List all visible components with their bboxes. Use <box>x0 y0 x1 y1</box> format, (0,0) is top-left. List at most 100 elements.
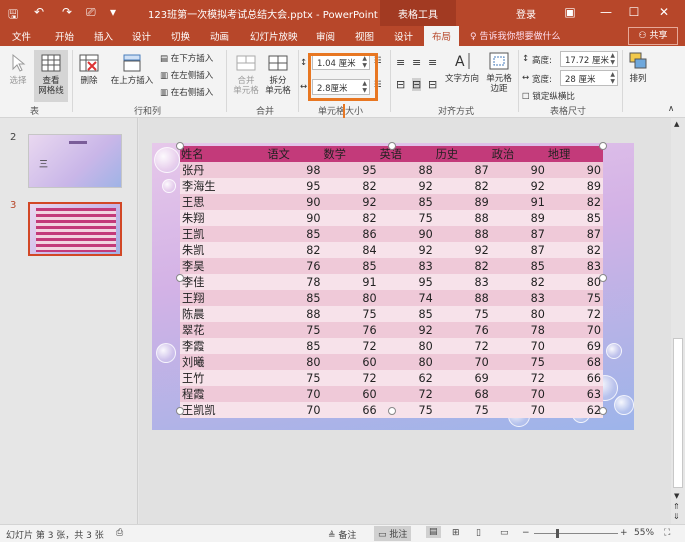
score-cell[interactable]: 87 <box>546 226 603 242</box>
student-name-cell[interactable]: 李佳 <box>180 274 267 290</box>
score-cell[interactable]: 68 <box>546 354 603 370</box>
zoom-slider[interactable] <box>534 533 618 534</box>
score-cell[interactable]: 92 <box>490 178 547 194</box>
score-cell[interactable]: 75 <box>434 402 491 418</box>
scroll-up-icon[interactable]: ▲ <box>674 120 679 128</box>
score-cell[interactable]: 63 <box>546 386 603 402</box>
score-cell[interactable]: 76 <box>266 258 323 274</box>
resize-handle-top-left[interactable] <box>176 142 184 150</box>
score-cell[interactable]: 92 <box>378 322 435 338</box>
score-cell[interactable]: 88 <box>378 162 435 178</box>
resize-handle-bottom[interactable] <box>388 407 396 415</box>
student-name-cell[interactable]: 王凯 <box>180 226 267 242</box>
zoom-level[interactable]: 55% <box>634 528 654 538</box>
tab-view[interactable]: 视图 <box>355 29 374 43</box>
score-cell[interactable]: 88 <box>434 226 491 242</box>
score-cell[interactable]: 88 <box>266 306 323 322</box>
score-cell[interactable]: 82 <box>322 178 379 194</box>
header-name[interactable]: 姓名 <box>180 146 267 162</box>
score-cell[interactable]: 90 <box>266 194 323 210</box>
arrange-button[interactable]: 排列 <box>626 50 650 84</box>
spinner-arrows-icon[interactable]: ▲ ▼ <box>610 52 615 66</box>
score-cell[interactable]: 69 <box>546 338 603 354</box>
split-cells-button[interactable]: 拆分 单元格 <box>262 52 294 96</box>
student-name-cell[interactable]: 程霞 <box>180 386 267 402</box>
score-cell[interactable]: 70 <box>546 322 603 338</box>
score-cell[interactable]: 84 <box>322 242 379 258</box>
tab-animations[interactable]: 动画 <box>210 29 229 43</box>
minimize-button[interactable]: — <box>596 3 616 21</box>
notes-button[interactable]: ≜ 备注 <box>328 528 356 541</box>
align-left-icon[interactable]: ≡ <box>396 56 405 69</box>
close-button[interactable]: ✕ <box>654 3 674 21</box>
align-center-icon[interactable]: ≡ <box>412 56 421 69</box>
tab-design[interactable]: 设计 <box>132 29 151 43</box>
score-cell[interactable]: 82 <box>266 242 323 258</box>
score-cell[interactable]: 82 <box>322 210 379 226</box>
score-cell[interactable]: 75 <box>546 290 603 306</box>
tab-insert[interactable]: 插入 <box>94 29 113 43</box>
student-name-cell[interactable]: 陈晨 <box>180 306 267 322</box>
score-cell[interactable]: 70 <box>490 338 547 354</box>
align-top-icon[interactable]: ⊟ <box>396 78 405 91</box>
resize-handle-left[interactable] <box>176 274 184 282</box>
student-name-cell[interactable]: 翠花 <box>180 322 267 338</box>
score-cell[interactable]: 78 <box>266 274 323 290</box>
slide-thumbnail-3[interactable] <box>28 202 122 256</box>
reading-view-icon[interactable]: ▯ <box>476 528 481 538</box>
score-cell[interactable]: 75 <box>266 370 323 386</box>
score-cell[interactable]: 90 <box>266 210 323 226</box>
score-cell[interactable]: 74 <box>378 290 435 306</box>
score-cell[interactable]: 75 <box>378 210 435 226</box>
fit-to-window-icon[interactable]: ⛶ <box>664 528 670 538</box>
score-cell[interactable]: 98 <box>266 162 323 178</box>
score-cell[interactable]: 75 <box>434 306 491 322</box>
maximize-button[interactable]: ☐ <box>624 3 644 21</box>
share-button[interactable]: ⚇ 共享 <box>628 27 678 45</box>
slideshow-icon[interactable]: ▭ <box>500 528 509 538</box>
score-cell[interactable]: 75 <box>322 306 379 322</box>
header-chinese[interactable]: 语文 <box>266 146 323 162</box>
insert-above-button[interactable]: 在上方插入 <box>108 52 156 86</box>
insert-left-button[interactable]: ▥ 在左侧插入 <box>160 69 213 81</box>
spell-check-icon[interactable]: ⎙ <box>116 528 123 538</box>
score-cell[interactable]: 95 <box>266 178 323 194</box>
slide-thumbnail-2[interactable]: 三 <box>28 134 122 188</box>
lock-aspect-ratio-checkbox[interactable]: ☐ 锁定纵横比 <box>522 90 575 102</box>
score-cell[interactable]: 70 <box>266 402 323 418</box>
score-cell[interactable]: 92 <box>378 242 435 258</box>
tab-review[interactable]: 审阅 <box>316 29 335 43</box>
score-cell[interactable]: 89 <box>546 178 603 194</box>
score-cell[interactable]: 85 <box>266 338 323 354</box>
student-name-cell[interactable]: 李霞 <box>180 338 267 354</box>
customize-quick-access-icon[interactable]: ▾ <box>110 5 116 19</box>
ribbon-display-options-icon[interactable]: ▣ <box>560 3 580 21</box>
align-bottom-icon[interactable]: ⊟ <box>428 78 437 91</box>
score-cell[interactable]: 88 <box>434 210 491 226</box>
score-cell[interactable]: 85 <box>378 306 435 322</box>
score-cell[interactable]: 60 <box>322 386 379 402</box>
score-cell[interactable]: 85 <box>546 210 603 226</box>
score-cell[interactable]: 92 <box>434 242 491 258</box>
undo-icon[interactable]: ↶ <box>34 5 44 19</box>
text-direction-button[interactable]: A 文字方向 <box>444 50 480 84</box>
student-name-cell[interactable]: 王凯凯 <box>180 402 267 418</box>
score-cell[interactable]: 70 <box>490 402 547 418</box>
score-cell[interactable]: 82 <box>490 274 547 290</box>
student-name-cell[interactable]: 李海生 <box>180 178 267 194</box>
score-cell[interactable]: 82 <box>546 242 603 258</box>
save-icon[interactable]: 🖫 <box>8 5 18 26</box>
next-slide-icon[interactable]: ⇓ <box>673 512 680 521</box>
score-cell[interactable]: 80 <box>378 354 435 370</box>
score-cell[interactable]: 92 <box>322 194 379 210</box>
score-cell[interactable]: 83 <box>378 258 435 274</box>
header-geography[interactable]: 地理 <box>546 146 603 162</box>
tab-table-design[interactable]: 设计 <box>394 29 413 43</box>
score-cell[interactable]: 90 <box>378 226 435 242</box>
score-cell[interactable]: 85 <box>266 290 323 306</box>
score-cell[interactable]: 75 <box>490 354 547 370</box>
tab-slideshow[interactable]: 幻灯片放映 <box>250 29 298 43</box>
score-cell[interactable]: 72 <box>546 306 603 322</box>
tab-file[interactable]: 文件 <box>12 29 31 43</box>
align-right-icon[interactable]: ≡ <box>428 56 437 69</box>
